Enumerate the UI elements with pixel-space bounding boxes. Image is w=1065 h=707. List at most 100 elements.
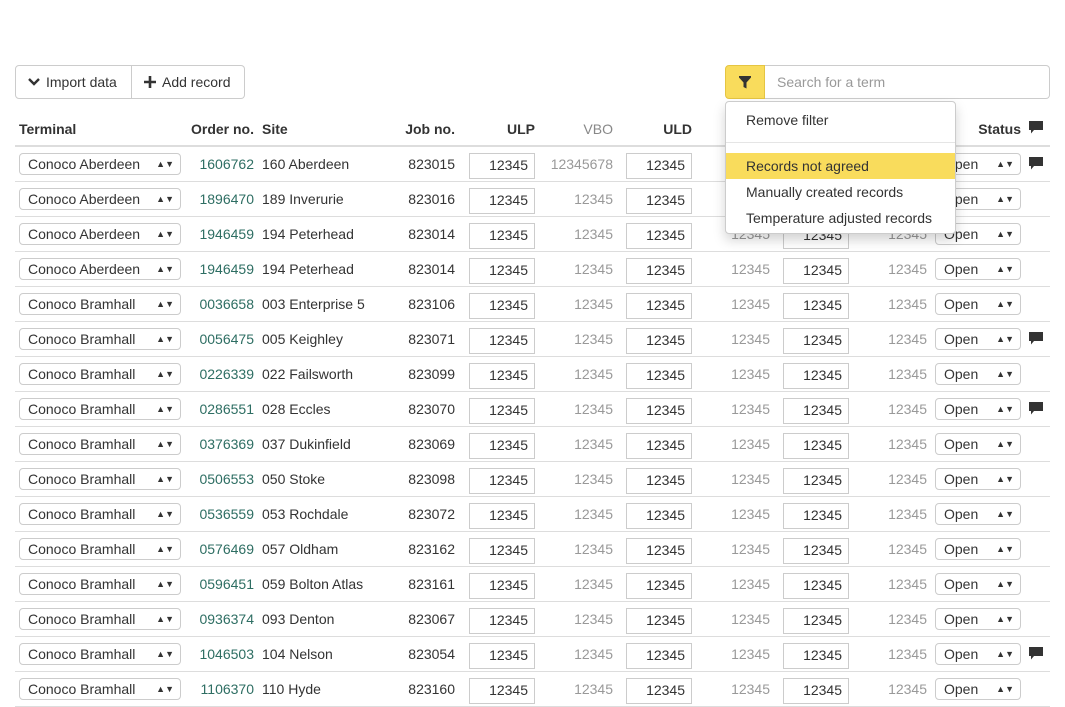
- terminal-select[interactable]: Conoco Aberdeen ▲▼: [19, 152, 181, 175]
- filter-option-temperature-adjusted[interactable]: Temperature adjusted records: [726, 205, 955, 231]
- value-input[interactable]: 12345: [783, 502, 849, 529]
- order-number-link[interactable]: 0056475: [185, 321, 258, 357]
- uld-input[interactable]: 12345: [626, 677, 692, 704]
- status-select[interactable]: Open ▲▼: [935, 257, 1021, 280]
- uld-input[interactable]: 12345: [626, 257, 692, 284]
- value-input[interactable]: 12345: [783, 327, 849, 354]
- status-select[interactable]: Open ▲▼: [935, 607, 1021, 630]
- status-select[interactable]: Open ▲▼: [935, 467, 1021, 490]
- status-select[interactable]: Open ▲▼: [935, 677, 1021, 700]
- col-vbo[interactable]: VBO: [539, 112, 617, 147]
- ulp-input[interactable]: 12345: [469, 607, 535, 634]
- comment-icon[interactable]: [1029, 332, 1043, 345]
- order-number-link[interactable]: 0506553: [185, 461, 258, 497]
- uld-input[interactable]: 12345: [626, 152, 692, 179]
- uld-input[interactable]: 12345: [626, 572, 692, 599]
- terminal-select[interactable]: Conoco Bramhall ▲▼: [19, 467, 181, 490]
- terminal-select[interactable]: Conoco Bramhall ▲▼: [19, 432, 181, 455]
- filter-option-records-not-agreed[interactable]: Records not agreed: [726, 153, 955, 179]
- terminal-select[interactable]: Conoco Bramhall ▲▼: [19, 502, 181, 525]
- ulp-input[interactable]: 12345: [469, 397, 535, 424]
- order-number-link[interactable]: 0376369: [185, 426, 258, 462]
- order-number-link[interactable]: 1606762: [185, 146, 258, 182]
- order-number-link[interactable]: 1946459: [185, 251, 258, 287]
- value-input[interactable]: 12345: [783, 642, 849, 669]
- terminal-select[interactable]: Conoco Bramhall ▲▼: [19, 292, 181, 315]
- filter-button[interactable]: [725, 65, 765, 99]
- terminal-select[interactable]: Conoco Bramhall ▲▼: [19, 572, 181, 595]
- ulp-input[interactable]: 12345: [469, 327, 535, 354]
- order-number-link[interactable]: 1106370: [185, 671, 258, 707]
- terminal-select[interactable]: Conoco Bramhall ▲▼: [19, 607, 181, 630]
- terminal-select[interactable]: Conoco Aberdeen ▲▼: [19, 187, 181, 210]
- terminal-select[interactable]: Conoco Bramhall ▲▼: [19, 537, 181, 560]
- terminal-select[interactable]: Conoco Bramhall ▲▼: [19, 362, 181, 385]
- ulp-input[interactable]: 12345: [469, 292, 535, 319]
- order-number-link[interactable]: 1946459: [185, 216, 258, 252]
- col-terminal[interactable]: Terminal: [15, 112, 185, 147]
- comment-icon[interactable]: [1029, 647, 1043, 660]
- uld-input[interactable]: 12345: [626, 537, 692, 564]
- status-select[interactable]: Open ▲▼: [935, 502, 1021, 525]
- terminal-select[interactable]: Conoco Bramhall ▲▼: [19, 397, 181, 420]
- status-select[interactable]: Open ▲▼: [935, 292, 1021, 315]
- comment-icon[interactable]: [1029, 402, 1043, 415]
- uld-input[interactable]: 12345: [626, 397, 692, 424]
- search-input[interactable]: [765, 65, 1050, 99]
- order-number-link[interactable]: 0226339: [185, 356, 258, 392]
- value-input[interactable]: 12345: [783, 467, 849, 494]
- col-ulp[interactable]: ULP: [459, 112, 539, 147]
- ulp-input[interactable]: 12345: [469, 432, 535, 459]
- uld-input[interactable]: 12345: [626, 607, 692, 634]
- order-number-link[interactable]: 0576469: [185, 531, 258, 567]
- remove-filter-item[interactable]: Remove filter: [726, 107, 955, 133]
- ulp-input[interactable]: 12345: [469, 642, 535, 669]
- ulp-input[interactable]: 12345: [469, 572, 535, 599]
- status-select[interactable]: Open ▲▼: [935, 537, 1021, 560]
- ulp-input[interactable]: 12345: [469, 362, 535, 389]
- value-input[interactable]: 12345: [783, 432, 849, 459]
- order-number-link[interactable]: 0036658: [185, 286, 258, 322]
- value-input[interactable]: 12345: [783, 397, 849, 424]
- status-select[interactable]: Open ▲▼: [935, 432, 1021, 455]
- uld-input[interactable]: 12345: [626, 187, 692, 214]
- order-number-link[interactable]: 0286551: [185, 391, 258, 427]
- status-select[interactable]: Open ▲▼: [935, 362, 1021, 385]
- col-uld[interactable]: ULD: [617, 112, 696, 147]
- order-number-link[interactable]: 1046503: [185, 636, 258, 672]
- order-number-link[interactable]: 0936374: [185, 601, 258, 637]
- status-select[interactable]: Open ▲▼: [935, 327, 1021, 350]
- value-input[interactable]: 12345: [783, 362, 849, 389]
- uld-input[interactable]: 12345: [626, 467, 692, 494]
- order-number-link[interactable]: 0536559: [185, 496, 258, 532]
- value-input[interactable]: 12345: [783, 607, 849, 634]
- value-input[interactable]: 12345: [783, 677, 849, 704]
- status-select[interactable]: Open ▲▼: [935, 397, 1021, 420]
- value-input[interactable]: 12345: [783, 537, 849, 564]
- col-job[interactable]: Job no.: [386, 112, 459, 147]
- order-number-link[interactable]: 0596451: [185, 566, 258, 602]
- terminal-select[interactable]: Conoco Bramhall ▲▼: [19, 642, 181, 665]
- uld-input[interactable]: 12345: [626, 432, 692, 459]
- order-number-link[interactable]: 1896470: [185, 181, 258, 217]
- uld-input[interactable]: 12345: [626, 502, 692, 529]
- terminal-select[interactable]: Conoco Bramhall ▲▼: [19, 677, 181, 700]
- terminal-select[interactable]: Conoco Bramhall ▲▼: [19, 327, 181, 350]
- ulp-input[interactable]: 12345: [469, 467, 535, 494]
- value-input[interactable]: 12345: [783, 572, 849, 599]
- comment-icon[interactable]: [1029, 157, 1043, 170]
- uld-input[interactable]: 12345: [626, 362, 692, 389]
- terminal-select[interactable]: Conoco Aberdeen ▲▼: [19, 222, 181, 245]
- ulp-input[interactable]: 12345: [469, 187, 535, 214]
- col-order[interactable]: Order no.: [185, 112, 258, 147]
- status-select[interactable]: Open ▲▼: [935, 642, 1021, 665]
- terminal-select[interactable]: Conoco Aberdeen ▲▼: [19, 257, 181, 280]
- ulp-input[interactable]: 12345: [469, 222, 535, 249]
- import-data-button[interactable]: Import data: [15, 65, 132, 99]
- filter-option-manually-created[interactable]: Manually created records: [726, 179, 955, 205]
- value-input[interactable]: 12345: [783, 257, 849, 284]
- ulp-input[interactable]: 12345: [469, 152, 535, 179]
- add-record-button[interactable]: Add record: [132, 65, 245, 99]
- ulp-input[interactable]: 12345: [469, 257, 535, 284]
- ulp-input[interactable]: 12345: [469, 677, 535, 704]
